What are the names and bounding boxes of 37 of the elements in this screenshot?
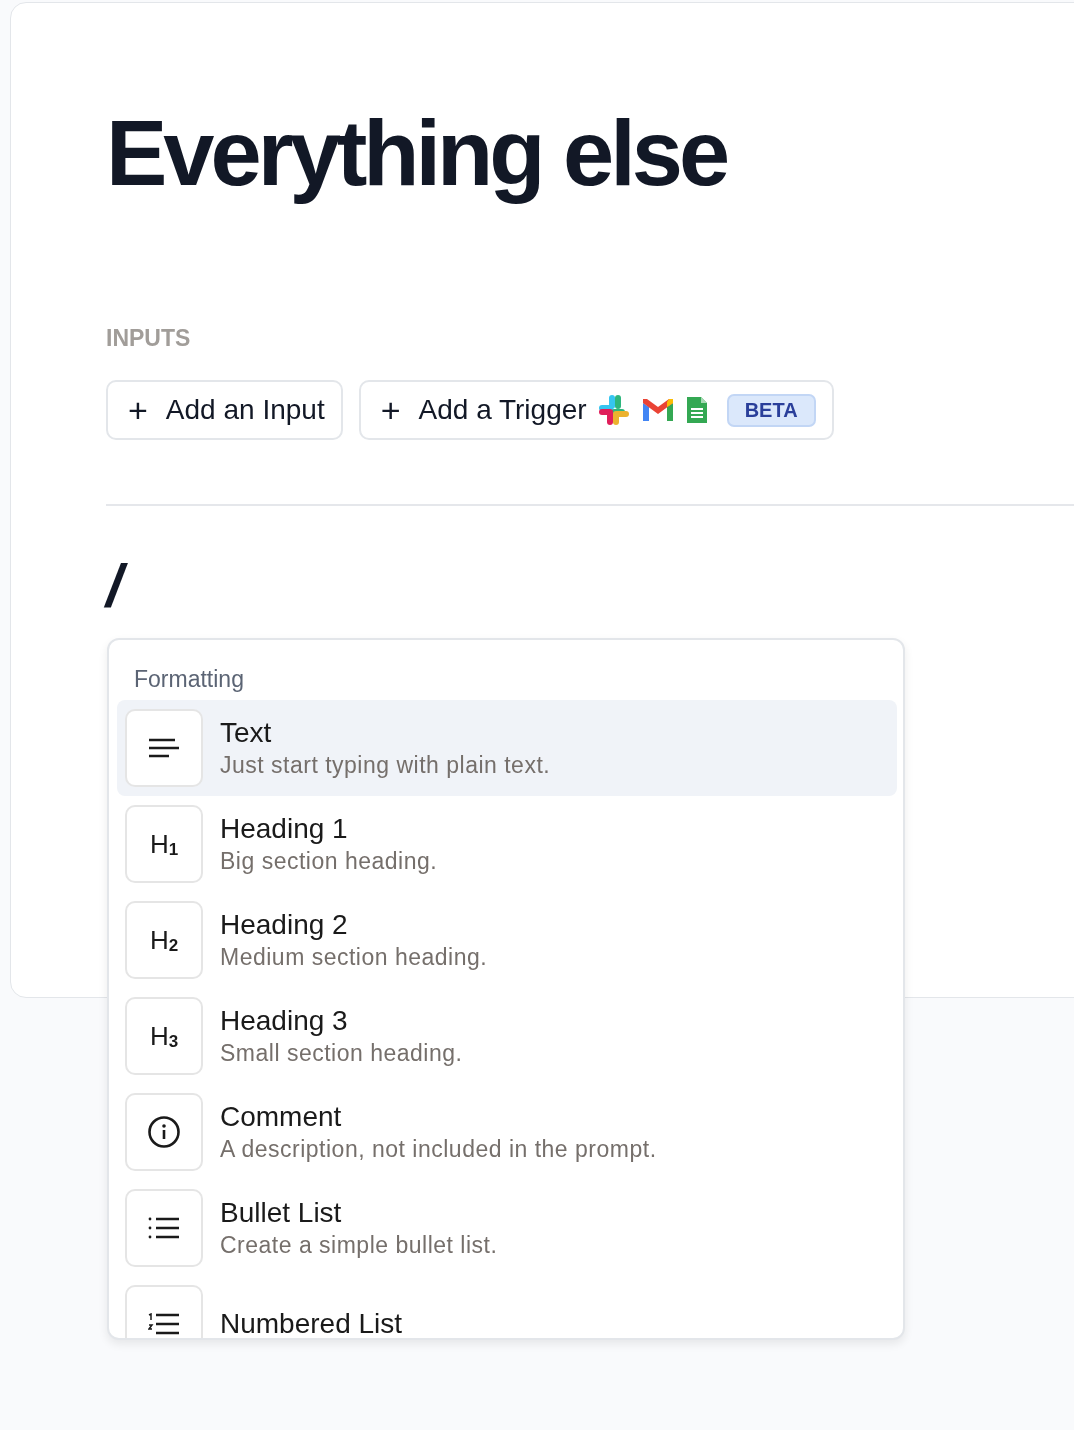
menu-item-title: Heading 1 — [220, 813, 349, 845]
menu-item-title: Numbered List — [220, 1308, 403, 1338]
heading-glyph: H$_{1}$ — [149, 828, 179, 860]
menu-item-description: Just start typing with plain text. — [220, 752, 551, 779]
menu-item[interactable]: H$_{3}$ Heading 3 Small section heading. — [117, 988, 897, 1084]
menu-item-title: Heading 3 — [220, 1005, 349, 1037]
menu-item-title: Bullet List — [220, 1197, 343, 1229]
menu-item[interactable]: H$_{1}$ Heading 1 Big section heading. — [117, 796, 897, 892]
menu-item-description: Small section heading. — [220, 1040, 463, 1067]
menu-item-title: Heading 2 — [220, 909, 349, 941]
menu-item-title: Text — [220, 717, 273, 749]
menu-item-description: A description, not included in the prompt. — [220, 1136, 657, 1163]
editor-text: / — [106, 556, 1074, 616]
menu-item-title: Comment — [220, 1101, 343, 1133]
heading-glyph: H$_{3}$ — [149, 1020, 179, 1052]
mail-icon — [640, 397, 675, 423]
bullet-list-icon — [148, 1217, 180, 1239]
menu-item-description: Big section heading. — [220, 848, 438, 875]
info-icon — [147, 1115, 181, 1149]
menu-section-label: Formatting — [133, 665, 245, 694]
section-label: INPUTS — [106, 325, 192, 352]
menu-item[interactable]: Text Just start typing with plain text. — [117, 700, 897, 796]
page-title: Everything else — [106, 103, 728, 203]
text-lines-icon — [148, 737, 180, 759]
menu-item[interactable]: H$_{2}$ Heading 2 Medium section heading. — [117, 892, 897, 988]
menu-item[interactable]: Comment A description, not included in the prompt. — [117, 1084, 897, 1180]
menu-item[interactable]: Bullet List Create a simple bullet list. — [117, 1180, 897, 1276]
menu-item-description: Create a simple bullet list. — [220, 1232, 498, 1259]
spreadsheet-icon — [684, 395, 709, 425]
heading-glyph: H$_{2}$ — [149, 924, 179, 956]
beta-badge: BETA — [726, 393, 816, 427]
add-trigger-button[interactable]: + Add a Trigger BETA — [358, 380, 834, 440]
menu-item[interactable]: Numbered List — [117, 1276, 897, 1338]
numbered-list-icon — [148, 1313, 180, 1335]
menu-item-description: Medium section heading. — [220, 944, 488, 971]
slack-icon — [596, 393, 631, 427]
add-input-button[interactable]: + Add an Input — [106, 380, 343, 440]
